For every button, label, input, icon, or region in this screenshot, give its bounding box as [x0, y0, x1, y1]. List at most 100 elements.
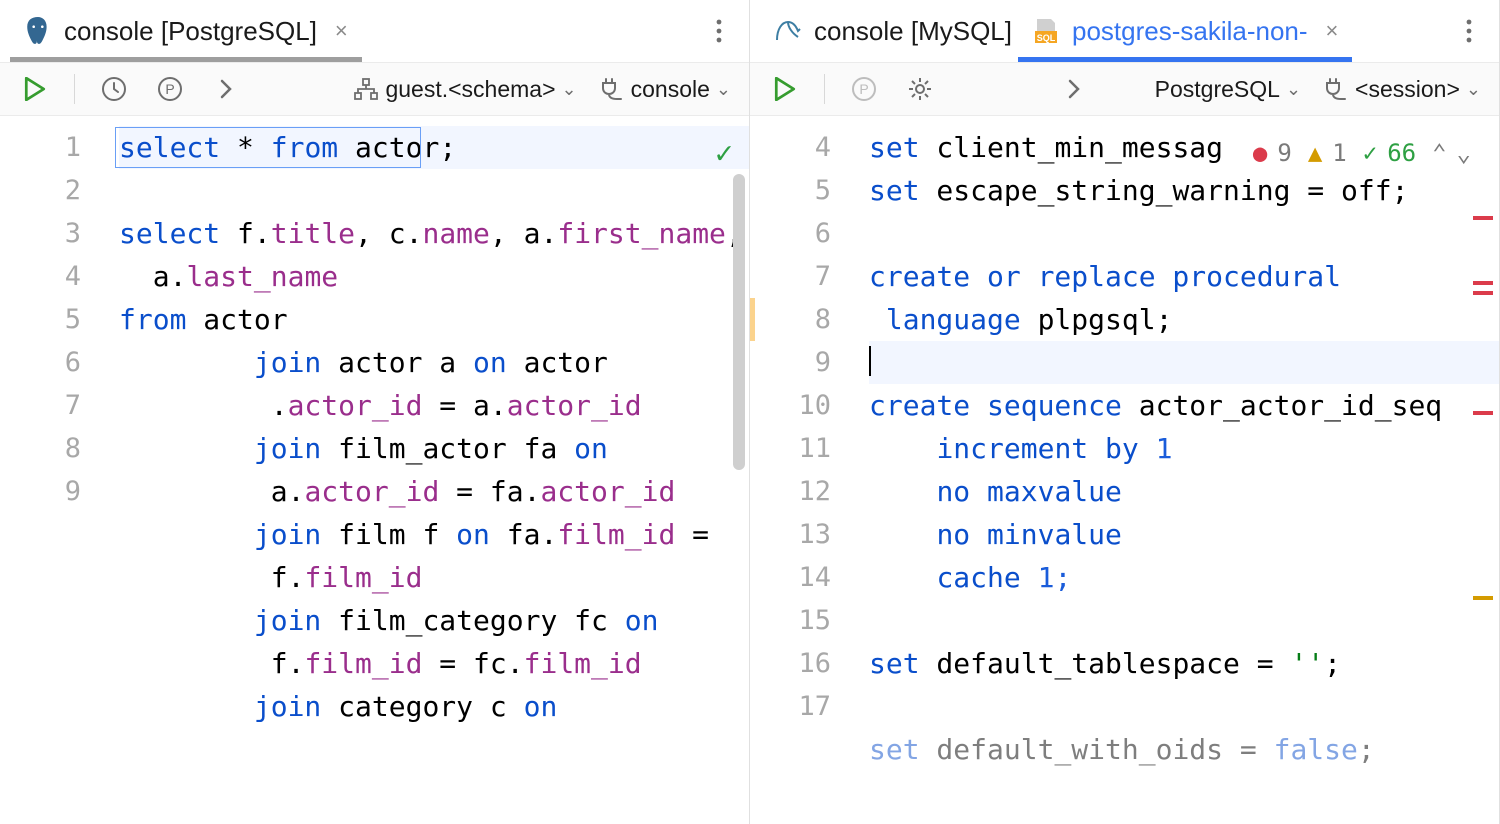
line-number: 15 — [750, 599, 865, 642]
right-gutter: 4 5 6 7 8 9 10 11 12 13 14 15 16 17 — [750, 116, 865, 824]
line-number: 9 — [750, 341, 865, 384]
history-icon[interactable] — [97, 72, 131, 106]
separator — [74, 74, 75, 104]
code-line — [869, 341, 1499, 384]
tab-console-postgresql[interactable]: console [PostgreSQL] × — [10, 0, 362, 62]
warning-marker[interactable] — [1473, 596, 1493, 600]
session-dropdown[interactable]: <session> ⌄ — [1323, 76, 1481, 103]
close-icon[interactable]: × — [1326, 18, 1339, 44]
error-count: 9 — [1277, 132, 1291, 175]
tab-console-mysql[interactable]: console [MySQL] — [760, 0, 1018, 62]
left-editor[interactable]: 1 2 3 4 5 6 7 8 9 select * from actor; s… — [0, 116, 749, 824]
line-number: 4 — [0, 255, 115, 298]
tab-title: postgres-sakila-non- — [1072, 16, 1308, 47]
code-line: language plpgsql; — [869, 298, 1499, 341]
code-line: f.film_id = fc.film_id — [119, 642, 749, 685]
error-marker[interactable] — [1473, 281, 1493, 285]
settings-icon[interactable] — [903, 72, 937, 106]
session-label: <session> — [1355, 76, 1460, 103]
svg-text:SQL: SQL — [1037, 33, 1056, 43]
schema-tree-icon — [353, 78, 379, 100]
code-line — [869, 212, 1499, 255]
right-toolbar: P PostgreSQL ⌄ <session> ⌄ — [750, 62, 1499, 116]
transaction-icon[interactable]: P — [153, 72, 187, 106]
run-icon[interactable] — [768, 72, 802, 106]
inspection-status[interactable]: ●9 ▲1 ✓66 ⌃ ⌄ — [1247, 130, 1477, 177]
svg-text:P: P — [165, 81, 174, 97]
line-number: 1 — [0, 126, 115, 169]
run-icon[interactable] — [18, 72, 52, 106]
plug-icon — [1323, 78, 1349, 100]
line-number: 17 — [750, 685, 865, 728]
tab-options-icon[interactable] — [1449, 11, 1489, 51]
mysql-icon — [774, 17, 802, 45]
line-number: 14 — [750, 556, 865, 599]
code-line: join film f on fa.film_id = — [119, 513, 749, 556]
code-line: no minvalue — [869, 513, 1499, 556]
warning-count: 1 — [1332, 132, 1346, 175]
left-toolbar: P guest.<schema> ⌄ console ⌄ — [0, 62, 749, 116]
line-number: 8 — [0, 427, 115, 470]
left-tab-bar: console [PostgreSQL] × — [0, 0, 749, 62]
code-line: f.film_id — [119, 556, 749, 599]
right-code[interactable]: ●9 ▲1 ✓66 ⌃ ⌄ set client_min_messag set … — [865, 116, 1499, 824]
code-line: select f.title, c.name, a.first_name, — [119, 212, 749, 255]
session-label: console — [631, 76, 710, 103]
chevron-down-icon: ⌄ — [716, 79, 731, 100]
line-number: 5 — [0, 298, 115, 341]
code-line — [869, 685, 1499, 728]
code-line: set default_tablespace = ''; — [869, 642, 1499, 685]
line-number: 9 — [0, 470, 115, 513]
error-stripe[interactable] — [1469, 176, 1497, 824]
scrollbar[interactable] — [733, 174, 745, 470]
session-dropdown[interactable]: console ⌄ — [599, 76, 731, 103]
chevron-down-icon: ⌄ — [1286, 79, 1301, 100]
line-number: 16 — [750, 642, 865, 685]
right-editor[interactable]: 4 5 6 7 8 9 10 11 12 13 14 15 16 17 ●9 ▲… — [750, 116, 1499, 824]
code-line: create sequence actor_actor_id_seq — [869, 384, 1499, 427]
check-ok-icon: ✓ — [715, 132, 733, 175]
prev-highlight-icon[interactable]: ⌃ — [1432, 132, 1446, 175]
right-pane: console [MySQL] SQL postgres-sakila-non-… — [750, 0, 1500, 824]
error-marker[interactable] — [1473, 411, 1493, 415]
code-line: join film_category fc on — [119, 599, 749, 642]
separator — [824, 74, 825, 104]
code-line: .actor_id = a.actor_id — [119, 384, 749, 427]
chevron-right-icon[interactable] — [1057, 72, 1091, 106]
svg-text:P: P — [859, 81, 868, 97]
right-tab-bar: console [MySQL] SQL postgres-sakila-non-… — [750, 0, 1499, 62]
code-line: join actor a on actor — [119, 341, 749, 384]
tab-postgres-sakila[interactable]: SQL postgres-sakila-non- × — [1018, 0, 1352, 62]
dialect-dropdown[interactable]: PostgreSQL ⌄ — [1155, 76, 1301, 103]
error-marker[interactable] — [1473, 291, 1493, 295]
left-code[interactable]: select * from actor; select f.title, c.n… — [115, 116, 749, 824]
next-highlight-icon[interactable]: ⌄ — [1457, 132, 1471, 175]
code-line: create or replace procedural — [869, 255, 1499, 298]
line-number: 7 — [750, 255, 865, 298]
schema-dropdown[interactable]: guest.<schema> ⌄ — [353, 76, 576, 103]
schema-label: guest.<schema> — [385, 76, 555, 103]
warning-icon: ▲ — [1308, 132, 1322, 175]
line-number: 12 — [750, 470, 865, 513]
code-line: increment by 1 — [869, 427, 1499, 470]
chevron-right-icon[interactable] — [209, 72, 243, 106]
error-marker[interactable] — [1473, 216, 1493, 220]
code-line: no maxvalue — [869, 470, 1499, 513]
close-icon[interactable]: × — [335, 18, 348, 44]
code-line: join film_actor fa on — [119, 427, 749, 470]
code-line: set default_with_oids = false; — [869, 728, 1499, 771]
code-line — [869, 599, 1499, 642]
line-number: 7 — [0, 384, 115, 427]
text-cursor — [869, 346, 871, 376]
tab-title: console [PostgreSQL] — [64, 16, 317, 47]
transaction-icon[interactable]: P — [847, 72, 881, 106]
line-number: 5 — [750, 169, 865, 212]
ok-count: 66 — [1387, 132, 1416, 175]
line-number: 6 — [0, 341, 115, 384]
left-pane: console [PostgreSQL] × P guest.<schema> … — [0, 0, 750, 824]
line-number: 3 — [0, 212, 115, 255]
tab-options-icon[interactable] — [699, 11, 739, 51]
line-number: 6 — [750, 212, 865, 255]
code-line: join category c on — [119, 685, 749, 728]
sql-file-icon: SQL — [1032, 17, 1060, 45]
